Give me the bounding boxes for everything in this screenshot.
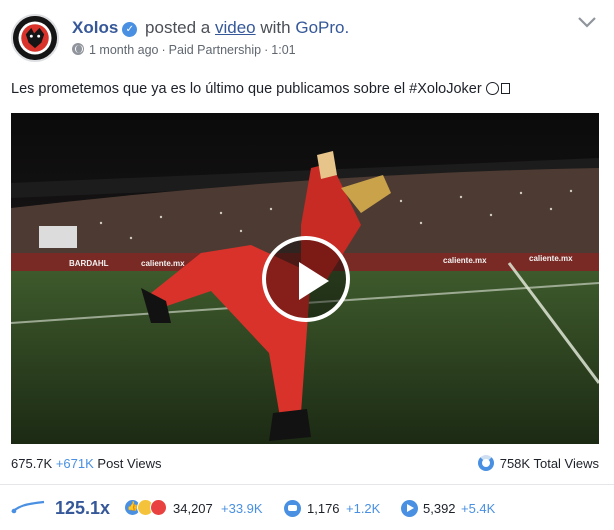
verified-icon: ✓ bbox=[122, 22, 138, 37]
post-views-delta: +671K bbox=[55, 456, 94, 471]
partner-link[interactable]: GoPro. bbox=[295, 18, 349, 37]
post-meta: 1 month ago · Paid Partnership · 1:01 bbox=[72, 43, 296, 57]
views-donut-icon bbox=[477, 455, 494, 471]
page-name-link[interactable]: Xolos bbox=[72, 18, 118, 37]
facebook-post-card: Xolos ✓ posted a video with GoPro. 1 mont… bbox=[0, 0, 614, 530]
love-icon bbox=[150, 499, 167, 516]
video-duration: 1:01 bbox=[271, 43, 296, 57]
total-views-count: 758K bbox=[499, 456, 531, 471]
post-caption: Les prometemos que ya es lo último que p… bbox=[11, 81, 510, 97]
reactions-count: 34,207 bbox=[173, 501, 213, 516]
ad-banner-caliente: caliente.mx bbox=[529, 254, 573, 263]
grimace-emoji-icon bbox=[485, 82, 499, 95]
video-player[interactable]: BARDAHL caliente.mx caliente.mx caliente… bbox=[11, 113, 599, 444]
ad-banner-bardahl: BARDAHL bbox=[69, 259, 109, 268]
page-avatar[interactable] bbox=[11, 14, 59, 62]
total-views: 758K Total Views bbox=[477, 455, 599, 471]
with-text: with bbox=[260, 18, 291, 37]
reactions-delta: +33.9K bbox=[221, 501, 263, 516]
posted-text: posted a bbox=[145, 18, 211, 37]
performance-multiplier: 125.1x bbox=[55, 498, 111, 518]
stats-divider bbox=[0, 484, 614, 485]
caption-text: Les prometemos que ya es lo último que p… bbox=[11, 81, 482, 97]
post-views-count: 675.7K bbox=[11, 456, 53, 471]
total-views-label: Total Views bbox=[533, 456, 599, 471]
xolos-logo-icon bbox=[13, 16, 57, 60]
post-age-link[interactable]: 1 month ago bbox=[89, 43, 159, 57]
ad-banner-caliente: caliente.mx bbox=[141, 259, 185, 268]
comments-count: 1,176 bbox=[307, 501, 340, 516]
shares-count: 5,392 bbox=[423, 501, 456, 516]
chevron-down-icon[interactable] bbox=[576, 14, 598, 30]
post-views: 675.7K +671K Post Views bbox=[11, 456, 161, 471]
post-header: Xolos ✓ posted a video with GoPro. bbox=[72, 18, 349, 38]
share-icon[interactable] bbox=[401, 500, 418, 517]
engagement-stats: 125.1x 34,207 +33.9K 1,176 +1.2K 5,392 +… bbox=[11, 498, 611, 520]
video-link[interactable]: video bbox=[215, 18, 256, 37]
paid-partnership-label: Paid Partnership bbox=[168, 43, 262, 57]
trend-icon bbox=[11, 500, 45, 514]
missing-glyph-icon bbox=[500, 83, 510, 94]
shares-delta: +5.4K bbox=[461, 501, 496, 516]
play-button[interactable] bbox=[262, 236, 350, 322]
meta-separator: · bbox=[161, 43, 166, 57]
ad-banner-caliente: caliente.mx bbox=[443, 256, 487, 265]
stadium-screen bbox=[39, 226, 77, 248]
comment-icon[interactable] bbox=[284, 500, 301, 517]
post-views-label: Post Views bbox=[97, 456, 162, 471]
comments-delta: +1.2K bbox=[346, 501, 381, 516]
meta-separator: · bbox=[264, 43, 269, 57]
globe-icon bbox=[72, 43, 84, 55]
